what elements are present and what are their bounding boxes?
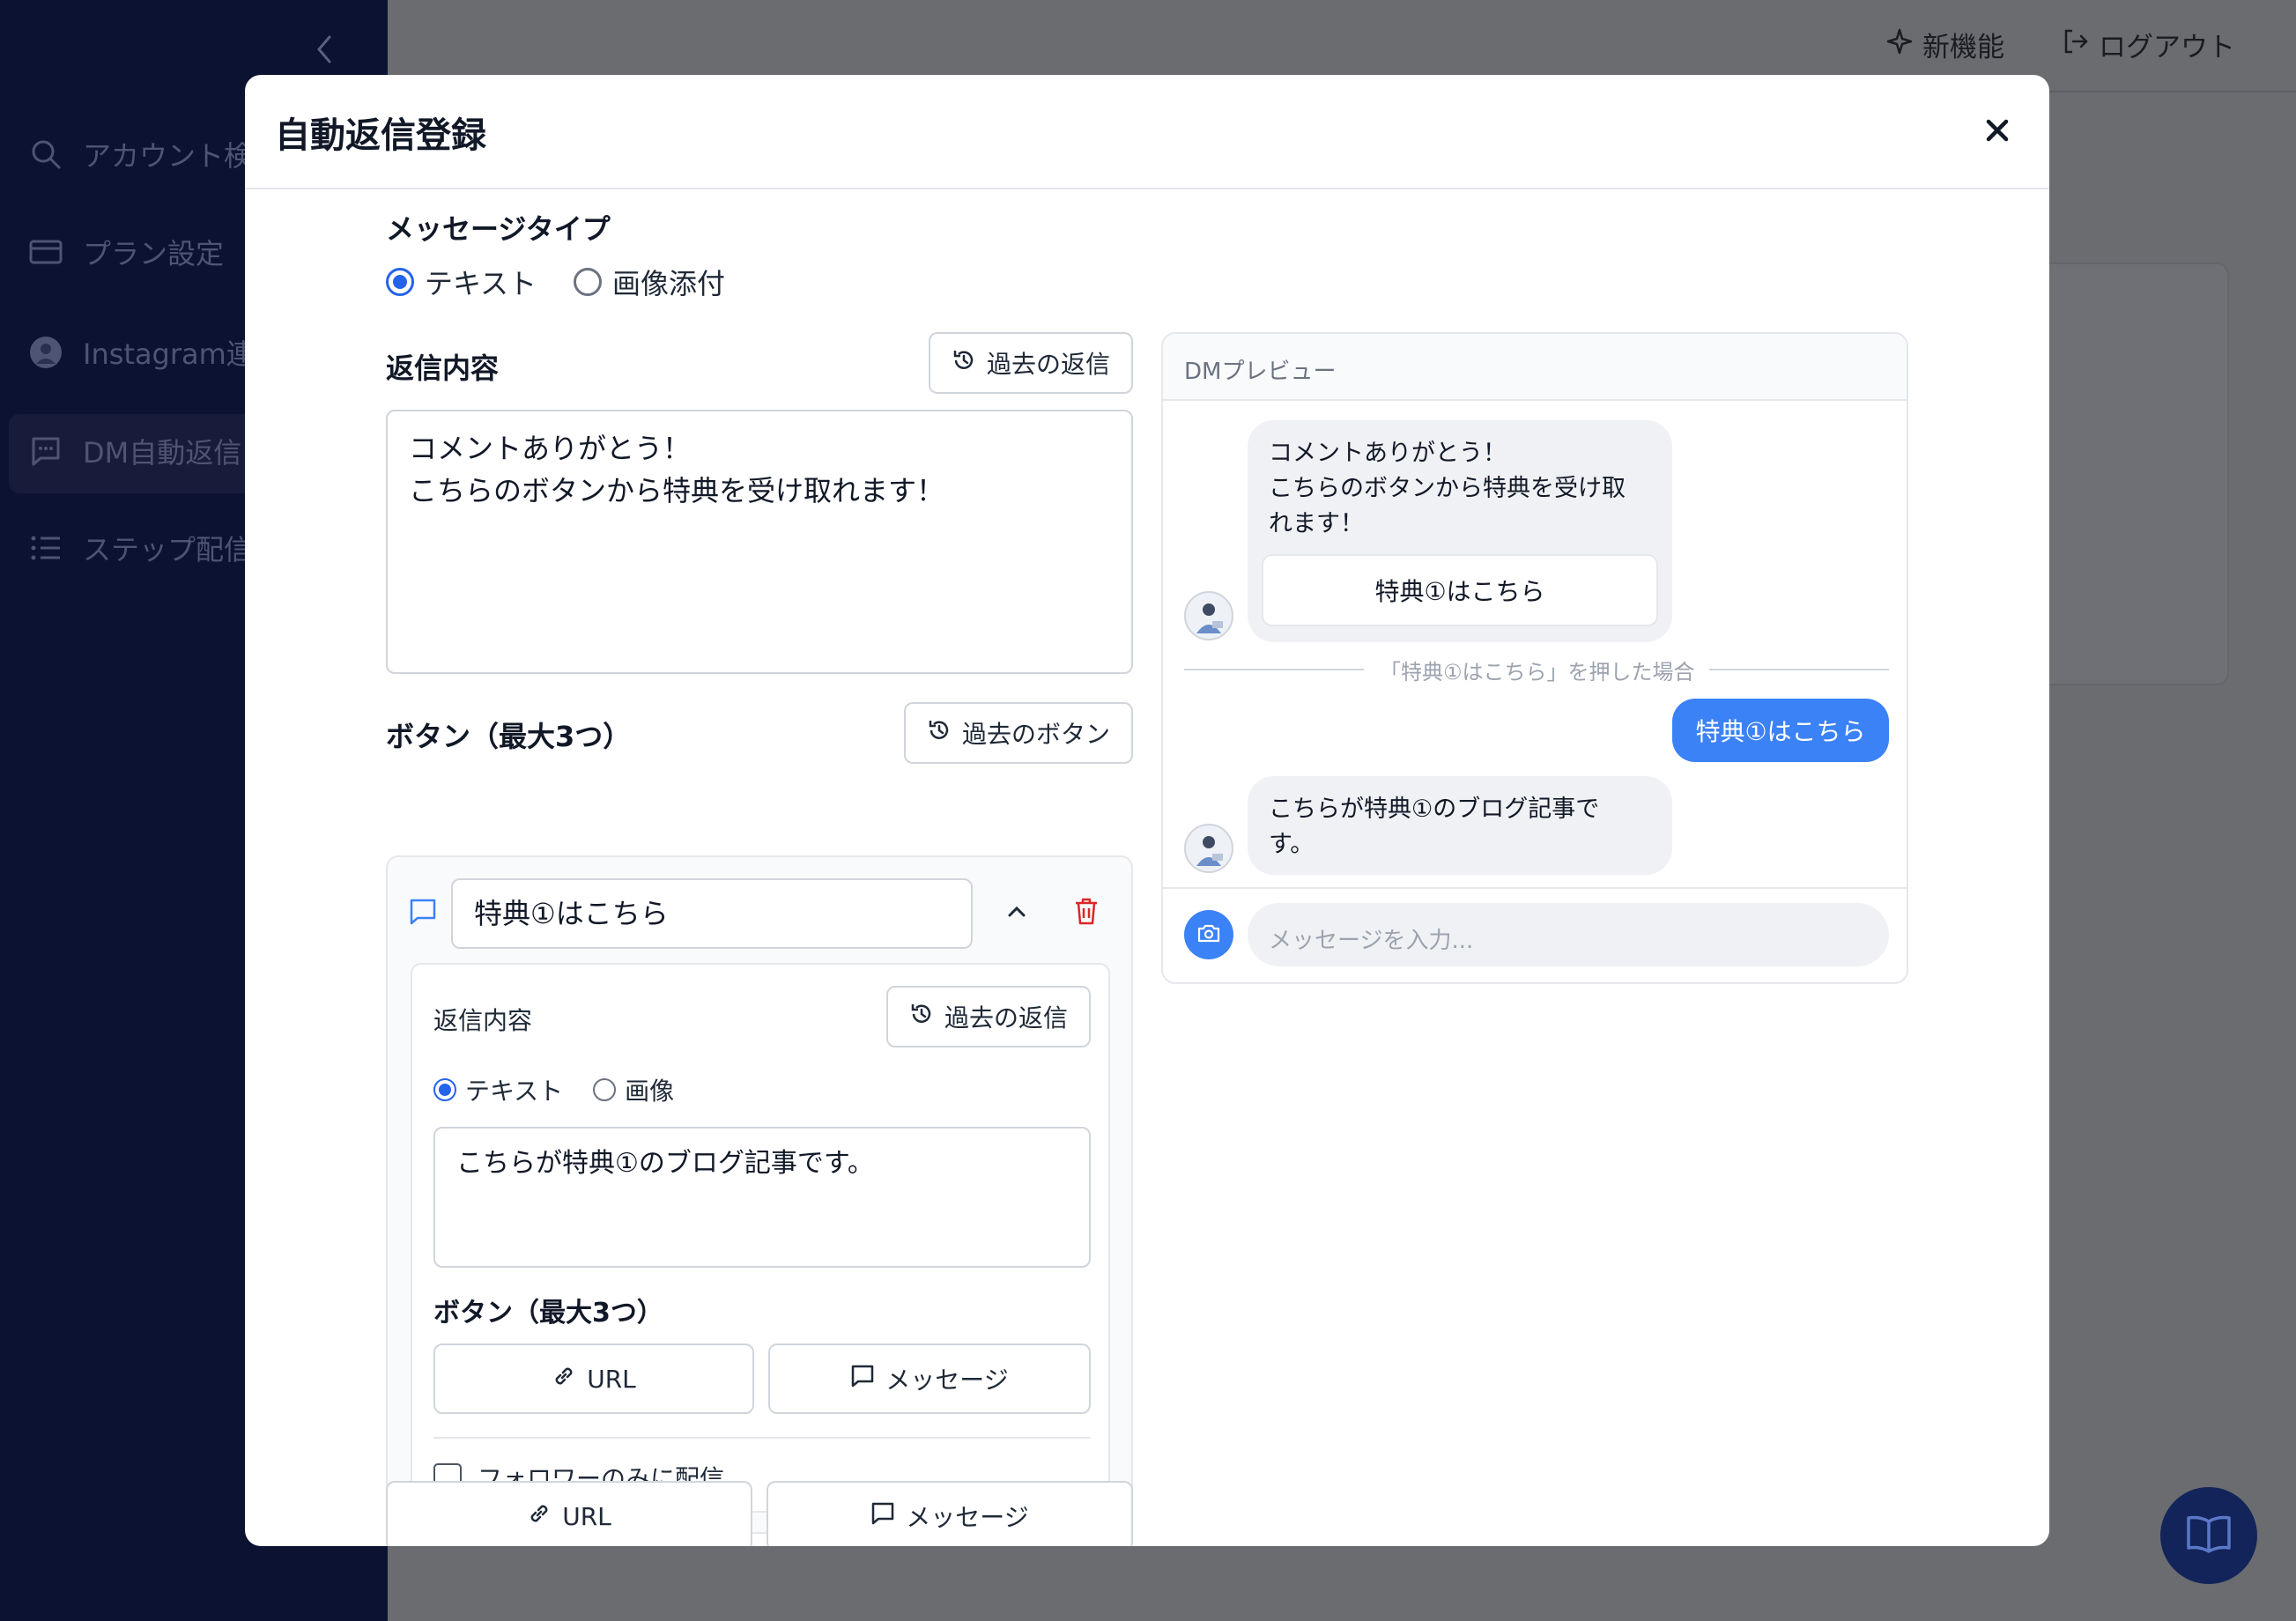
past-buttons-label: 過去のボタン (961, 720, 1110, 749)
inner-type-text-radio[interactable] (433, 1078, 456, 1101)
sidebar-item-plan[interactable]: プラン設定 (28, 226, 224, 278)
modal-header: 自動返信登録 (245, 75, 2049, 189)
reply-content-label: 返信内容 (386, 352, 500, 385)
message-square-icon (28, 433, 63, 469)
preview-message-1-button[interactable]: 特典①はこちら (1262, 554, 1658, 626)
preview-divider-text: 「特典①はこちら」を押した場合 (1380, 660, 1695, 685)
divider (1184, 669, 1364, 670)
inner-type-image-label: 画像 (625, 1077, 675, 1106)
add-message-label: メッセージ (906, 1503, 1029, 1532)
divider (1709, 669, 1889, 670)
modal-title: 自動返信登録 (275, 115, 486, 156)
sparkle-icon (1885, 27, 1914, 63)
preview-input-bar: メッセージを入力... (1163, 887, 1907, 982)
button-title-input[interactable]: 特典①はこちら (451, 878, 973, 949)
avatar (1184, 824, 1233, 873)
preview-message-input[interactable]: メッセージを入力... (1248, 903, 1889, 966)
preview-message-2: こちらが特典①のブログ記事で す。 (1248, 776, 1672, 875)
credit-card-icon (28, 234, 63, 270)
new-features-label: 新機能 (1922, 32, 2004, 63)
message-square-icon (870, 1501, 895, 1532)
add-url-label: URL (562, 1501, 611, 1531)
past-replies-button[interactable]: 過去の返信 (929, 332, 1133, 394)
search-icon (28, 137, 63, 172)
add-message-button[interactable]: メッセージ (767, 1481, 1133, 1546)
inner-type-image-radio[interactable] (593, 1078, 617, 1101)
collapse-sidebar-icon[interactable] (314, 33, 335, 73)
inner-buttons-label: ボタン（最大3つ） (433, 1298, 663, 1329)
trash-icon[interactable] (1073, 896, 1100, 929)
inner-add-message-label: メッセージ (885, 1366, 1009, 1395)
close-button[interactable] (1975, 110, 2019, 154)
link-icon (527, 1501, 552, 1532)
new-features-link[interactable]: 新機能 (1885, 25, 2004, 64)
past-buttons-button[interactable]: 過去のボタン (904, 702, 1133, 764)
history-icon (952, 348, 976, 379)
message-square-icon (409, 898, 437, 929)
inner-type-text-label: テキスト (465, 1077, 564, 1106)
buttons-label: ボタン（最大3つ） (386, 720, 632, 753)
camera-icon (1197, 923, 1220, 946)
inner-reply-label: 返信内容 (433, 1006, 533, 1035)
close-icon (1985, 118, 2010, 146)
camera-button[interactable] (1184, 910, 1233, 959)
sidebar-item-label: アカウント検 (83, 139, 253, 173)
message-type-label: メッセージタイプ (386, 212, 611, 246)
book-open-icon (2186, 1514, 2232, 1557)
message-type-text-label: テキスト (425, 267, 537, 300)
sidebar-item-label: ステップ配信 (83, 533, 253, 566)
reply-content-textarea[interactable]: コメントありがとう！ こちらのボタンから特典を受け取れます！ (386, 410, 1133, 674)
help-book-button[interactable] (2160, 1487, 2257, 1584)
logout-link[interactable]: ログアウト (2062, 25, 2235, 64)
message-square-icon (850, 1364, 875, 1395)
link-icon (552, 1364, 576, 1395)
logout-icon (2062, 27, 2090, 63)
instagram-avatar-icon (28, 335, 63, 370)
sidebar-item-label: Instagram連 (83, 337, 255, 371)
history-icon (927, 718, 952, 749)
auto-reply-modal: 自動返信登録 メッセージタイプ テキスト 画像添付 返信内容 過去の返信 コメン… (245, 75, 2049, 1546)
message-type-image-label: 画像添付 (612, 267, 726, 300)
inner-add-url-button[interactable]: URL (433, 1343, 754, 1414)
logout-label: ログアウト (2099, 32, 2235, 63)
list-icon (28, 530, 63, 566)
dm-preview: DMプレビュー コメントありがとう！ こちらのボタンから特典を受け取 れます！ … (1161, 332, 1908, 984)
button-reply-settings: 返信内容 過去の返信 テキスト 画像 こちらが特典①のブログ記事です。 ボタン（… (411, 963, 1110, 1513)
sidebar-item-step-delivery[interactable]: ステップ配信 (28, 522, 252, 574)
sidebar-item-dm-auto-reply[interactable]: DM自動返信 (28, 425, 241, 477)
inner-add-message-button[interactable]: メッセージ (768, 1343, 1091, 1414)
preview-message-1-text: コメントありがとう！ こちらのボタンから特典を受け取 れます！ (1269, 440, 1626, 537)
history-icon (909, 1002, 934, 1033)
divider (433, 1437, 1091, 1439)
sidebar-item-label: プラン設定 (83, 237, 225, 270)
past-replies-label: 過去の返信 (986, 350, 1110, 379)
dm-preview-title: DMプレビュー (1163, 334, 1907, 401)
avatar (1184, 591, 1233, 640)
sidebar-item-label: DM自動返信 (83, 436, 242, 470)
chevron-up-icon[interactable] (1004, 899, 1029, 928)
inner-past-replies-button[interactable]: 過去の返信 (886, 986, 1091, 1047)
preview-user-reply: 特典①はこちら (1672, 699, 1889, 762)
message-type-text-radio[interactable] (386, 268, 414, 296)
preview-message-2-text: こちらが特典①のブログ記事で す。 (1269, 796, 1600, 858)
message-type-image-radio[interactable] (574, 268, 603, 296)
button-item-card: 特典①はこちら 返信内容 過去の返信 テキスト 画像 こちらが特典①のブログ記事… (386, 855, 1133, 1534)
inner-reply-textarea[interactable]: こちらが特典①のブログ記事です。 (433, 1127, 1091, 1268)
add-url-button[interactable]: URL (386, 1481, 752, 1546)
inner-past-replies-label: 過去の返信 (944, 1003, 1068, 1033)
inner-add-url-label: URL (587, 1364, 636, 1394)
sidebar-item-account-search[interactable]: アカウント検 (28, 128, 252, 181)
sidebar-item-instagram[interactable]: Instagram連 (28, 326, 255, 379)
